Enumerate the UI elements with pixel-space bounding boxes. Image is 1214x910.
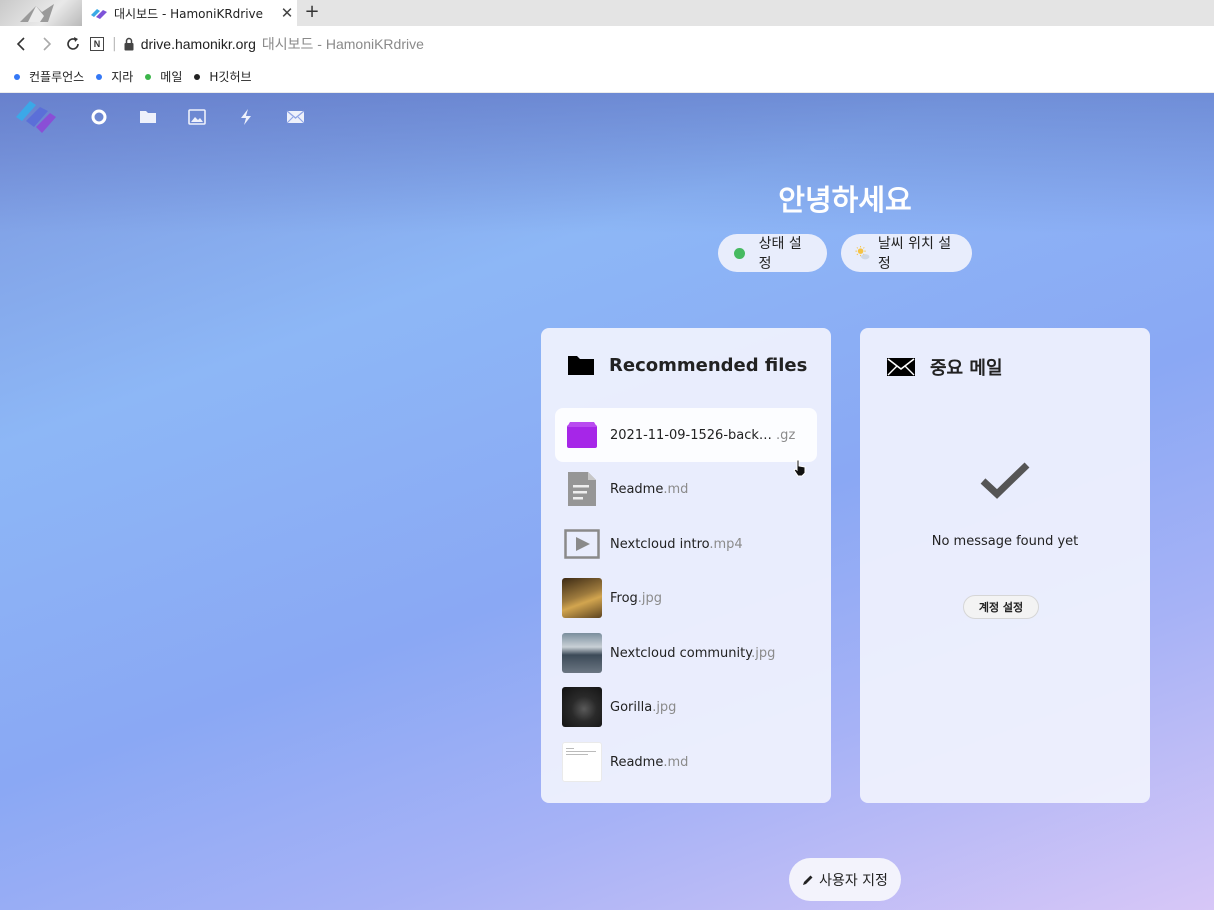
community-image-thumbnail	[562, 633, 602, 673]
reload-icon	[67, 36, 79, 50]
bookmark-label: 컨플루언스	[29, 70, 85, 84]
file-item[interactable]: Gorilla.jpg	[555, 680, 817, 734]
inactive-tab[interactable]	[0, 0, 82, 26]
bookmark-confluence[interactable]: 컨플루언스	[14, 68, 84, 85]
gorilla-image-thumbnail	[562, 687, 602, 727]
active-tab[interactable]: 대시보드 - HamoniKRdrive ✕	[82, 0, 297, 26]
bookmark-dot-icon	[194, 73, 201, 80]
close-tab-icon[interactable]: ✕	[277, 0, 297, 26]
customize-button-label: 사용자 지정	[819, 872, 888, 889]
bookmark-label: 지라	[111, 70, 134, 84]
text-file-icon	[562, 469, 602, 509]
activity-icon[interactable]	[235, 106, 257, 128]
widget-header: Recommended files	[567, 354, 807, 376]
empty-message: No message found yet	[931, 534, 1079, 549]
file-name: 2021-11-09-1526-back… .gz	[610, 427, 796, 443]
bookmarks-bar: 컨플루언스 지라 메일 H깃허브	[0, 61, 1214, 93]
checkmark-icon	[980, 462, 1030, 499]
file-item[interactable]: Nextcloud community.jpg	[555, 626, 817, 680]
bird-icon	[20, 4, 54, 22]
bookmark-label: 메일	[160, 70, 183, 84]
widget-header: 중요 메일	[886, 354, 1003, 380]
account-settings-button[interactable]: 계정 설정	[963, 595, 1039, 619]
file-item[interactable]: Frog.jpg	[555, 571, 817, 625]
status-button[interactable]: 상태 설정	[718, 234, 827, 272]
bookmark-jira[interactable]: 지라	[96, 68, 133, 85]
document-thumbnail	[562, 742, 602, 782]
address-separator: |	[112, 35, 117, 52]
file-item[interactable]: Nextcloud intro.mp4	[555, 517, 817, 571]
bookmark-dot-icon	[145, 73, 152, 80]
recommended-files-widget: Recommended files 2021-11-09-1526-back… …	[541, 328, 831, 803]
online-status-icon	[734, 247, 745, 259]
favicon-icon	[91, 9, 107, 19]
weather-button[interactable]: 날씨 위치 설정	[841, 234, 972, 272]
envelope-icon	[887, 358, 915, 376]
files-icon[interactable]	[137, 106, 159, 128]
tab-title: 대시보드 - HamoniKRdrive	[114, 6, 264, 21]
forward-arrow-icon	[43, 36, 52, 51]
file-name: Readme.md	[610, 481, 689, 497]
address-bar: N | drive.hamonikr.org 대시보드 - HamoniKRdr…	[0, 26, 1214, 61]
url-page-title[interactable]: 대시보드 - HamoniKRdrive	[262, 34, 424, 54]
back-arrow-icon	[16, 36, 25, 51]
archive-icon	[562, 415, 602, 455]
greeting-title: 안녕하세요	[778, 183, 912, 217]
folder-icon	[568, 356, 594, 375]
widget-title: 중요 메일	[930, 358, 1003, 379]
file-name: Nextcloud intro.mp4	[610, 536, 743, 552]
file-name: Frog.jpg	[610, 590, 663, 606]
bookmark-dot-icon	[96, 73, 103, 80]
lock-icon[interactable]	[123, 37, 135, 51]
browser-tab-bar: 대시보드 - HamoniKRdrive ✕ +	[0, 0, 1214, 26]
file-item[interactable]: 2021-11-09-1526-back… .gz	[555, 408, 817, 462]
site-info-icon[interactable]: N	[90, 36, 104, 51]
bookmark-label: H깃허브	[209, 70, 252, 84]
file-name: Nextcloud community.jpg	[610, 645, 776, 661]
weather-sun-icon	[855, 246, 870, 260]
customize-button[interactable]: 사용자 지정	[789, 858, 901, 901]
weather-button-label: 날씨 위치 설정	[877, 236, 952, 272]
dashboard: 안녕하세요 상태 설정 날씨 위치 설정 Recommended files 2…	[0, 93, 1214, 910]
file-name: Gorilla.jpg	[610, 699, 677, 715]
photos-icon[interactable]	[186, 106, 208, 128]
mail-icon[interactable]	[284, 106, 306, 128]
new-tab-button[interactable]: +	[302, 0, 322, 26]
video-file-icon	[562, 524, 602, 564]
bookmark-mail[interactable]: 메일	[145, 68, 182, 85]
file-name: Readme.md	[610, 754, 689, 770]
forward-button[interactable]	[34, 31, 60, 57]
bookmark-dot-icon	[14, 73, 20, 80]
hand-cursor-icon	[793, 459, 806, 477]
status-button-label: 상태 설정	[758, 236, 802, 272]
frog-image-thumbnail	[562, 578, 602, 618]
important-mail-widget: 중요 메일 No message found yet 계정 설정	[860, 328, 1150, 803]
widget-title: Recommended files	[609, 354, 808, 376]
app-navigation	[0, 93, 400, 139]
bookmark-github[interactable]: H깃허브	[194, 68, 252, 85]
logo-icon[interactable]	[14, 95, 58, 137]
pencil-icon	[803, 875, 813, 885]
reload-button[interactable]	[60, 31, 86, 57]
url-host[interactable]: drive.hamonikr.org	[141, 36, 256, 52]
file-item[interactable]: Readme.md	[555, 735, 817, 789]
back-button[interactable]	[8, 31, 34, 57]
dashboard-icon[interactable]	[88, 106, 110, 128]
file-item[interactable]: Readme.md	[555, 462, 817, 516]
